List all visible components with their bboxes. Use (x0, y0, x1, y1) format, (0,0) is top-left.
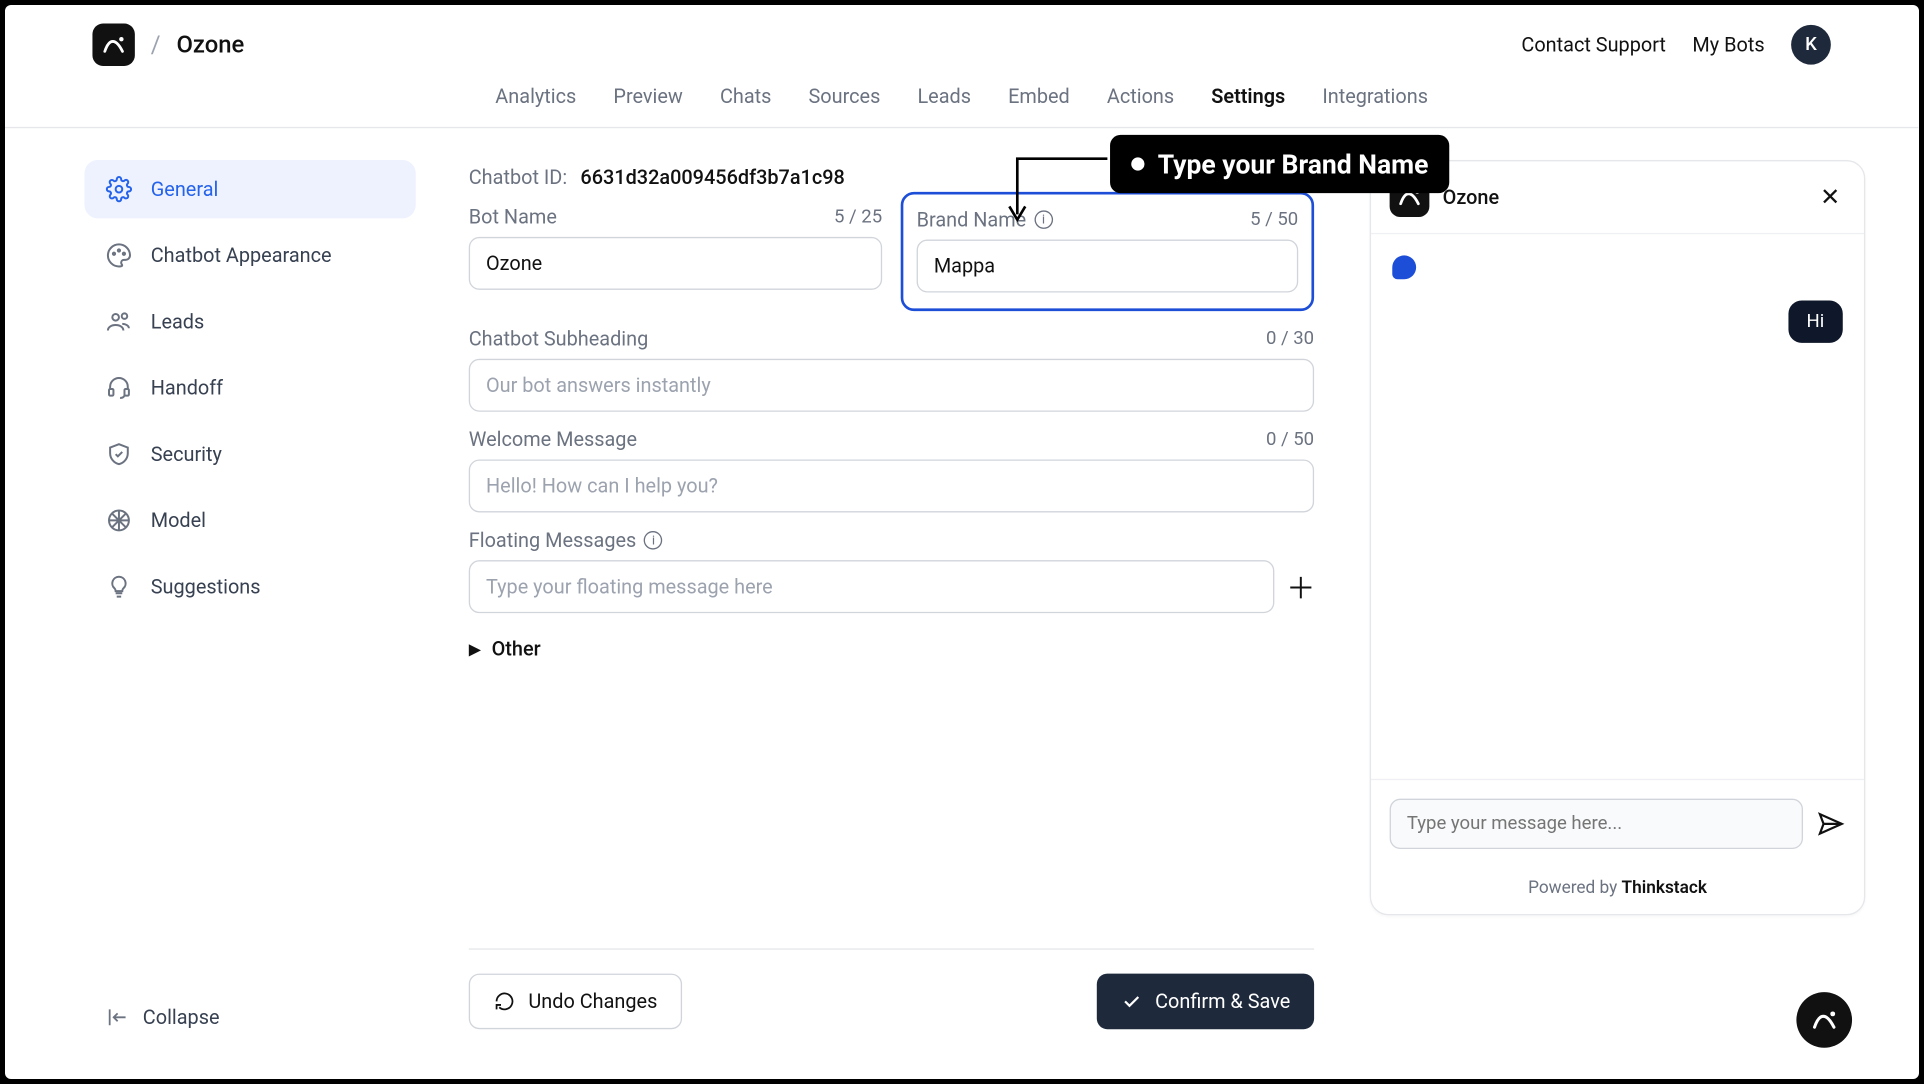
welcome-input[interactable] (469, 459, 1314, 512)
chat-preview-card: Ozone ✕ Hi Powered by Thinkstack (1370, 160, 1866, 915)
welcome-counter: 0 / 50 (1266, 429, 1314, 450)
page-title: Ozone (177, 31, 245, 59)
subheading-label: Chatbot Subheading (469, 327, 649, 351)
sidebar-item-label: Chatbot Appearance (151, 244, 332, 268)
top-header-right: Contact Support My Bots K (1521, 25, 1830, 65)
tab-leads[interactable]: Leads (917, 85, 971, 114)
form-footer: Undo Changes Confirm & Save (469, 948, 1314, 1055)
hint-tooltip: Type your Brand Name (1110, 135, 1450, 193)
hint-arrow-icon (1004, 138, 1110, 231)
users-icon (106, 308, 133, 335)
tab-integrations[interactable]: Integrations (1322, 85, 1428, 114)
user-message: Hi (1788, 300, 1843, 342)
sidebar-item-handoff[interactable]: Handoff (85, 359, 416, 417)
sidebar-item-label: Model (151, 509, 206, 533)
subheading-input[interactable] (469, 359, 1314, 412)
user-avatar[interactable]: K (1791, 25, 1831, 65)
floating-label: Floating Messages i (469, 528, 663, 552)
powered-by: Powered by Thinkstack (1371, 868, 1864, 914)
subheading-counter: 0 / 30 (1266, 328, 1314, 349)
app-logo[interactable] (92, 24, 134, 66)
palette-icon (106, 242, 133, 269)
headset-icon (106, 375, 133, 402)
top-header: / Ozone Contact Support My Bots K (5, 5, 1918, 79)
settings-sidebar: General Chatbot Appearance Leads Handoff… (58, 160, 456, 1056)
check-icon (1121, 991, 1142, 1012)
sidebar-item-label: Suggestions (151, 575, 261, 599)
bot-name-counter: 5 / 25 (834, 206, 882, 227)
tab-settings[interactable]: Settings (1211, 85, 1285, 114)
floating-input[interactable] (469, 560, 1275, 613)
brand-left: / Ozone (92, 24, 244, 66)
sidebar-item-security[interactable]: Security (85, 425, 416, 483)
refresh-icon (494, 991, 515, 1012)
tab-embed[interactable]: Embed (1008, 85, 1070, 114)
other-section-toggle[interactable]: ▶ Other (469, 637, 1314, 661)
bot-typing-icon (1392, 255, 1416, 279)
brain-icon (106, 507, 133, 534)
chat-preview-pane: Ozone ✕ Hi Powered by Thinkstack (1335, 160, 1865, 1056)
chat-body: Hi (1371, 234, 1864, 779)
primary-tabs: Analytics Preview Chats Sources Leads Em… (5, 79, 1918, 128)
tab-sources[interactable]: Sources (809, 85, 881, 114)
bot-name-label: Bot Name (469, 205, 557, 229)
tab-preview[interactable]: Preview (613, 85, 682, 114)
sidebar-item-label: General (151, 177, 219, 201)
sidebar-item-leads[interactable]: Leads (85, 293, 416, 351)
gear-icon (106, 176, 133, 203)
hint-text: Type your Brand Name (1158, 148, 1429, 180)
hint-dot-icon (1131, 157, 1144, 170)
sidebar-item-suggestions[interactable]: Suggestions (85, 558, 416, 616)
close-icon[interactable]: ✕ (1815, 181, 1846, 214)
sidebar-item-label: Security (151, 442, 222, 466)
lightbulb-icon (106, 573, 133, 600)
shield-icon (106, 441, 133, 468)
undo-changes-button[interactable]: Undo Changes (469, 974, 683, 1030)
chat-footer (1371, 779, 1864, 868)
tab-analytics[interactable]: Analytics (495, 85, 576, 114)
settings-form: Chatbot ID: 6631d32a009456df3b7a1c98 Bot… (456, 160, 1336, 1056)
collapse-icon (106, 1005, 130, 1029)
tab-actions[interactable]: Actions (1107, 85, 1174, 114)
welcome-field: Welcome Message 0 / 50 (469, 428, 1314, 513)
sidebar-item-general[interactable]: General (85, 160, 416, 218)
confirm-save-button[interactable]: Confirm & Save (1097, 974, 1314, 1030)
contact-support-link[interactable]: Contact Support (1521, 33, 1666, 57)
chatbot-id-value: 6631d32a009456df3b7a1c98 (580, 165, 844, 189)
chat-input[interactable] (1390, 799, 1803, 849)
chat-title: Ozone (1443, 185, 1802, 209)
collapse-sidebar-button[interactable]: Collapse (106, 1005, 220, 1029)
welcome-label: Welcome Message (469, 428, 637, 452)
bot-name-field: Bot Name 5 / 25 (469, 205, 882, 311)
sidebar-item-model[interactable]: Model (85, 491, 416, 549)
chat-fab-button[interactable] (1796, 992, 1852, 1048)
info-icon[interactable]: i (644, 531, 663, 550)
sidebar-item-label: Leads (151, 310, 205, 334)
add-floating-button[interactable]: ＋ (1288, 573, 1315, 600)
sidebar-item-appearance[interactable]: Chatbot Appearance (85, 226, 416, 284)
breadcrumb-slash: / (151, 31, 161, 59)
floating-field: Floating Messages i ＋ (469, 528, 1314, 613)
subheading-field: Chatbot Subheading 0 / 30 (469, 327, 1314, 412)
hint-callout: Type your Brand Name (1004, 138, 1450, 231)
sidebar-item-label: Handoff (151, 376, 223, 400)
caret-right-icon: ▶ (469, 640, 481, 659)
brand-name-input[interactable] (917, 240, 1299, 293)
chatbot-id-label: Chatbot ID: (469, 165, 567, 189)
collapse-label: Collapse (143, 1005, 220, 1029)
my-bots-link[interactable]: My Bots (1692, 33, 1764, 57)
other-label: Other (492, 637, 541, 661)
tab-chats[interactable]: Chats (720, 85, 771, 114)
send-icon[interactable] (1816, 809, 1845, 838)
bot-name-input[interactable] (469, 237, 882, 290)
